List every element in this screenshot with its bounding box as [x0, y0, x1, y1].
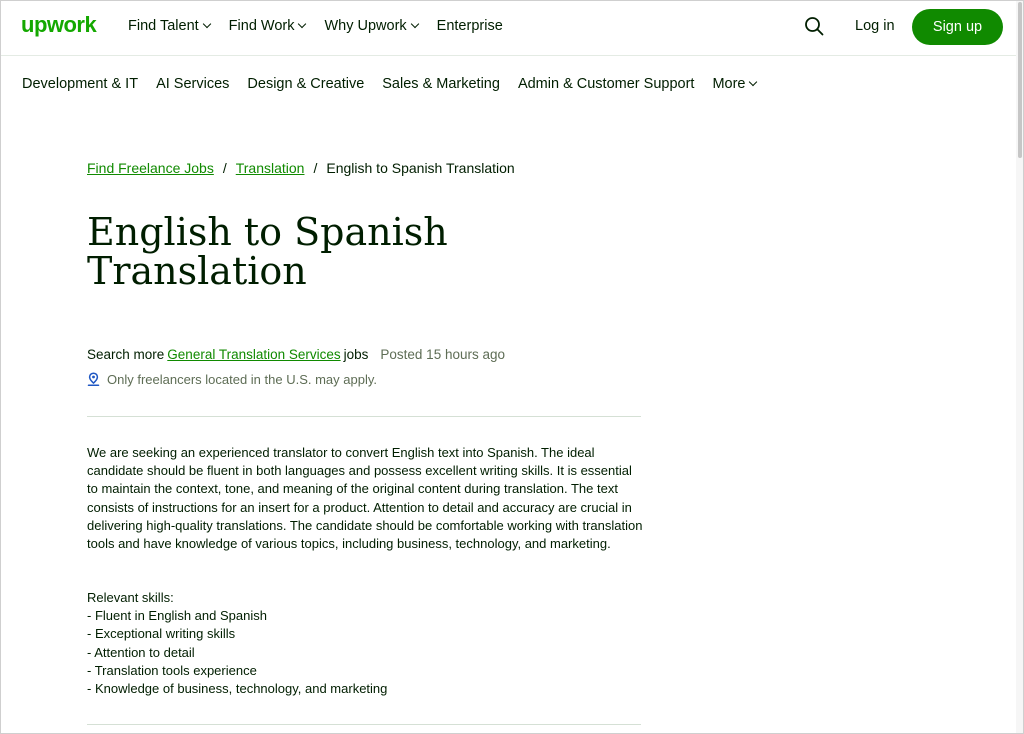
job-meta: Search more General Translation Services… — [87, 347, 505, 362]
location-pin-icon — [87, 372, 100, 386]
top-nav: Find Talent Find Work Why Upwork Enterpr… — [128, 18, 522, 34]
category-admin-support[interactable]: Admin & Customer Support — [518, 76, 695, 92]
nav-label: Enterprise — [436, 18, 503, 34]
category-link[interactable]: General Translation Services — [167, 347, 340, 362]
job-title: English to Spanish Translation — [87, 213, 547, 291]
job-description: We are seeking an experienced translator… — [87, 445, 643, 552]
skill-item: - Fluent in English and Spanish — [87, 608, 267, 624]
breadcrumb-translation[interactable]: Translation — [236, 160, 305, 176]
scrollbar-thumb[interactable] — [1018, 2, 1022, 158]
chevron-down-icon — [749, 77, 758, 87]
category-more-label: More — [712, 76, 746, 92]
chevron-down-icon — [202, 19, 211, 29]
nav-why-upwork[interactable]: Why Upwork — [324, 18, 419, 34]
chevron-down-icon — [298, 19, 307, 29]
breadcrumb: Find Freelance Jobs / Translation / Engl… — [87, 160, 515, 176]
chevron-down-icon — [410, 19, 419, 29]
breadcrumb-find-freelance-jobs[interactable]: Find Freelance Jobs — [87, 160, 214, 176]
breadcrumb-separator: / — [222, 160, 227, 176]
skill-item: - Exceptional writing skills — [87, 626, 236, 642]
nav-label: Find Work — [228, 18, 295, 34]
signup-button[interactable]: Sign up — [912, 9, 1003, 45]
search-suffix: jobs — [343, 347, 369, 362]
upwork-logo[interactable]: upwork — [21, 12, 97, 38]
top-header: upwork Find Talent Find Work Why Upwork … — [0, 0, 1024, 56]
category-nav: Development & IT AI Services Design & Cr… — [22, 76, 774, 92]
breadcrumb-separator: / — [313, 160, 318, 176]
nav-label: Find Talent — [128, 18, 199, 34]
category-sales-marketing[interactable]: Sales & Marketing — [382, 76, 500, 92]
login-link[interactable]: Log in — [855, 18, 895, 34]
nav-enterprise[interactable]: Enterprise — [437, 18, 503, 34]
posted-time: Posted 15 hours ago — [380, 347, 505, 362]
category-design-creative[interactable]: Design & Creative — [247, 76, 364, 92]
category-development-it[interactable]: Development & IT — [22, 76, 138, 92]
nav-find-work[interactable]: Find Work — [228, 18, 307, 34]
nav-label: Why Upwork — [324, 18, 407, 34]
section-divider — [87, 724, 641, 725]
breadcrumb-current: English to Spanish Translation — [326, 160, 515, 176]
job-title-line: Translation — [87, 249, 307, 293]
relevant-skills: Relevant skills: - Fluent in English and… — [87, 589, 387, 698]
location-restriction: Only freelancers located in the U.S. may… — [87, 372, 377, 387]
skill-item: - Attention to detail — [87, 644, 195, 660]
skill-item: - Knowledge of business, technology, and… — [87, 681, 388, 697]
job-title-line: English to Spanish — [87, 210, 448, 254]
search-prefix: Search more — [87, 347, 165, 362]
category-more[interactable]: More — [712, 76, 758, 92]
category-ai-services[interactable]: AI Services — [156, 76, 229, 92]
skills-heading: Relevant skills: — [87, 590, 174, 605]
skill-item: - Translation tools experience — [87, 662, 257, 678]
section-divider — [87, 416, 641, 417]
nav-find-talent[interactable]: Find Talent — [128, 18, 211, 34]
location-note: Only freelancers located in the U.S. may… — [107, 372, 377, 387]
search-icon[interactable] — [804, 16, 824, 36]
